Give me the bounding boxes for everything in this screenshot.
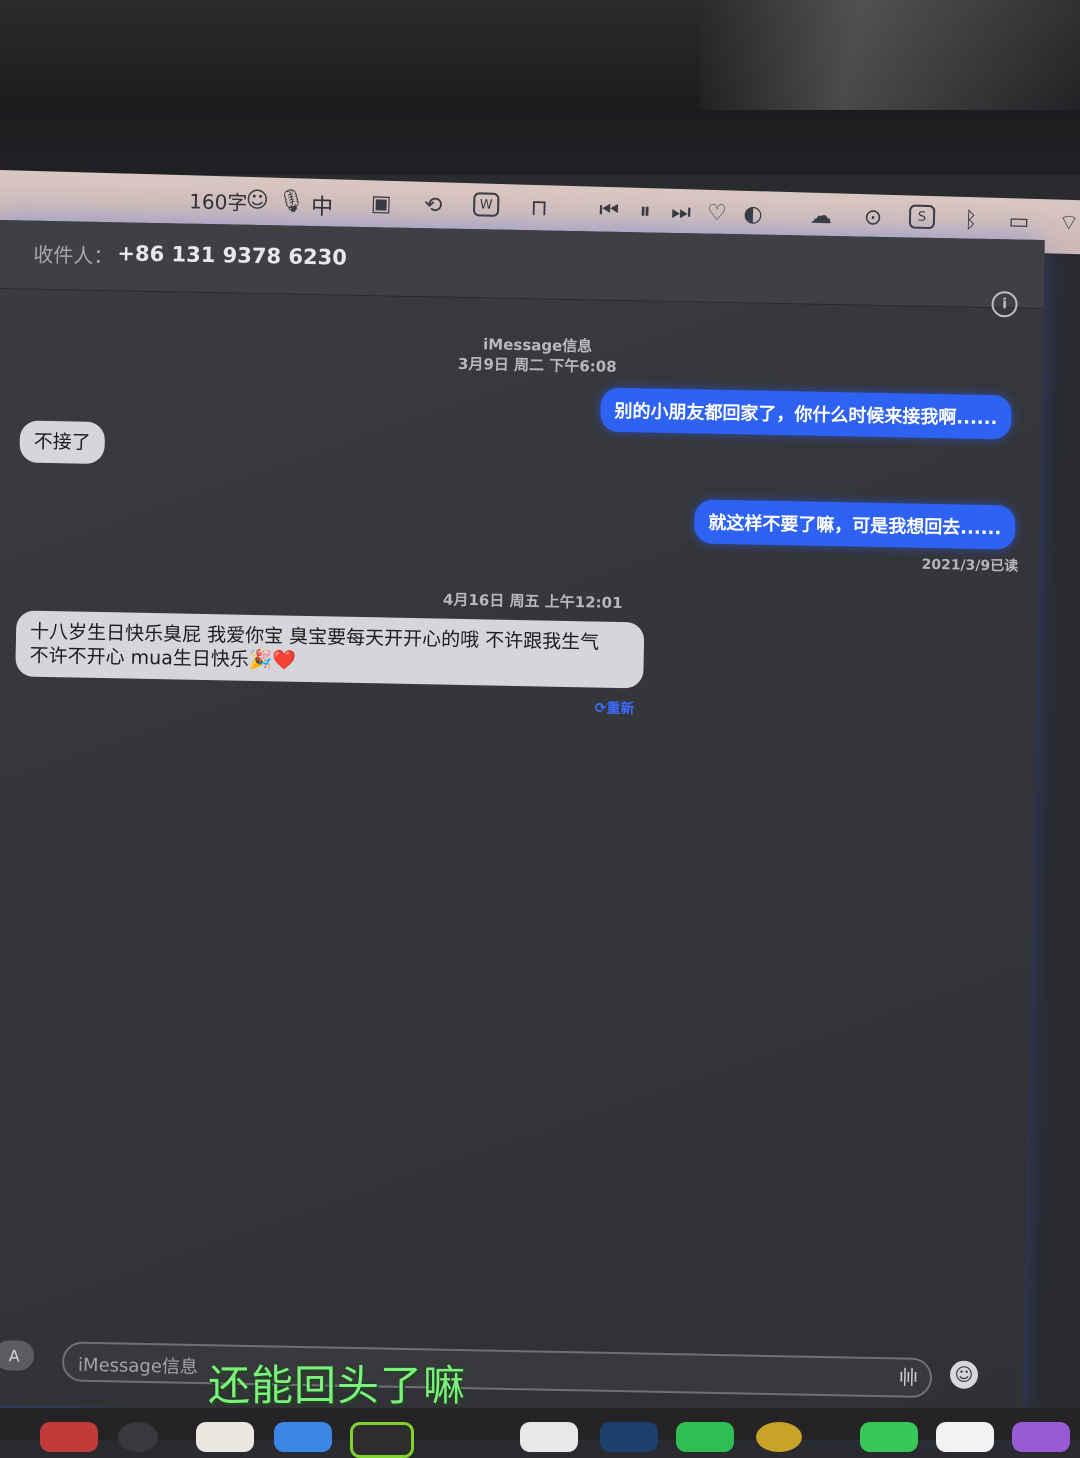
dock-app-icon[interactable] [600, 1422, 658, 1452]
recipient-field[interactable]: +86 131 9378 6230 [117, 241, 347, 269]
message-bubble-outgoing[interactable]: 别的小朋友都回家了，你什么时候来接我啊...... [600, 387, 1012, 440]
retry-link[interactable]: ⟳重新 [595, 698, 635, 719]
background-glare [700, 0, 1080, 110]
dock-app-icon[interactable] [274, 1422, 332, 1452]
play-circle-icon[interactable]: ⊙ [859, 203, 888, 232]
char-count: 160字 [188, 189, 248, 215]
emoji-picker-icon[interactable]: ☺ [949, 1360, 979, 1389]
wps-icon[interactable]: W [472, 192, 500, 217]
emoji-icon[interactable]: ☺ [243, 186, 272, 215]
bluetooth-icon[interactable]: ᛒ [957, 206, 986, 235]
microphone-icon[interactable]: 🎙 [277, 187, 306, 216]
info-icon[interactable]: i [991, 291, 1018, 318]
message-bubble-incoming[interactable]: 十八岁生日快乐臭屁 我爱你宝 臭宝要每天开开心的哦 不许跟我生气 不许不开心 m… [15, 610, 645, 689]
heart-icon[interactable]: ♡ [703, 199, 732, 228]
wechat-icon[interactable]: ☁ [807, 202, 836, 231]
cat-icon[interactable]: ▣ [367, 189, 396, 218]
dock-app-icon[interactable] [520, 1422, 578, 1452]
read-receipt: 2021/3/9已读 [921, 556, 1019, 575]
dock-app-icon[interactable] [196, 1422, 254, 1452]
dock-app-icon[interactable] [350, 1422, 414, 1458]
dock-app-icon[interactable] [936, 1422, 994, 1452]
wifi-icon[interactable]: ⌔ [1055, 208, 1080, 237]
sync-icon[interactable]: ⟲ [419, 191, 448, 220]
previous-track-icon[interactable]: ⏮ [595, 196, 624, 225]
overlay-caption: 还能回头了嘛 [208, 1361, 467, 1410]
message-bubble-outgoing[interactable]: 就这样不要了嘛，可是我想回去...... [693, 499, 1016, 550]
screen-icon[interactable]: ⊓ [525, 194, 554, 223]
dock-app-icon[interactable] [1012, 1422, 1070, 1452]
dock-app-icon[interactable] [40, 1422, 98, 1452]
dock [0, 1408, 1080, 1458]
globe-icon[interactable]: ◐ [739, 200, 768, 229]
timestamp: 4月16日 周五 上午12:01 [442, 590, 623, 613]
timestamp: 3月9日 周二 下午6:08 [457, 354, 617, 376]
dock-app-icon[interactable] [756, 1422, 802, 1452]
input-method-indicator[interactable]: 中 [311, 189, 334, 222]
dock-app-icon[interactable] [118, 1422, 158, 1452]
message-input-placeholder: iMessage信息 [77, 1354, 199, 1379]
dock-app-icon[interactable] [860, 1422, 918, 1452]
battery-icon: ▭ [1008, 208, 1030, 235]
message-input[interactable]: iMessage信息 ı|ı|ı [61, 1341, 933, 1399]
next-track-icon[interactable]: ⏭ [667, 198, 696, 227]
pause-icon[interactable]: ⏸ [631, 197, 660, 226]
dock-app-icon[interactable] [676, 1422, 734, 1452]
recipient-label: 收件人： [33, 242, 114, 269]
sogou-icon[interactable]: S [908, 204, 936, 230]
audio-waveform-icon[interactable]: ı|ı|ı [899, 1365, 917, 1386]
messages-window: 收件人： +86 131 9378 6230 i iMessage信息 3月9日… [0, 220, 1045, 1425]
message-bubble-incoming[interactable]: 不接了 [19, 420, 106, 465]
app-store-button[interactable]: A [0, 1340, 35, 1371]
